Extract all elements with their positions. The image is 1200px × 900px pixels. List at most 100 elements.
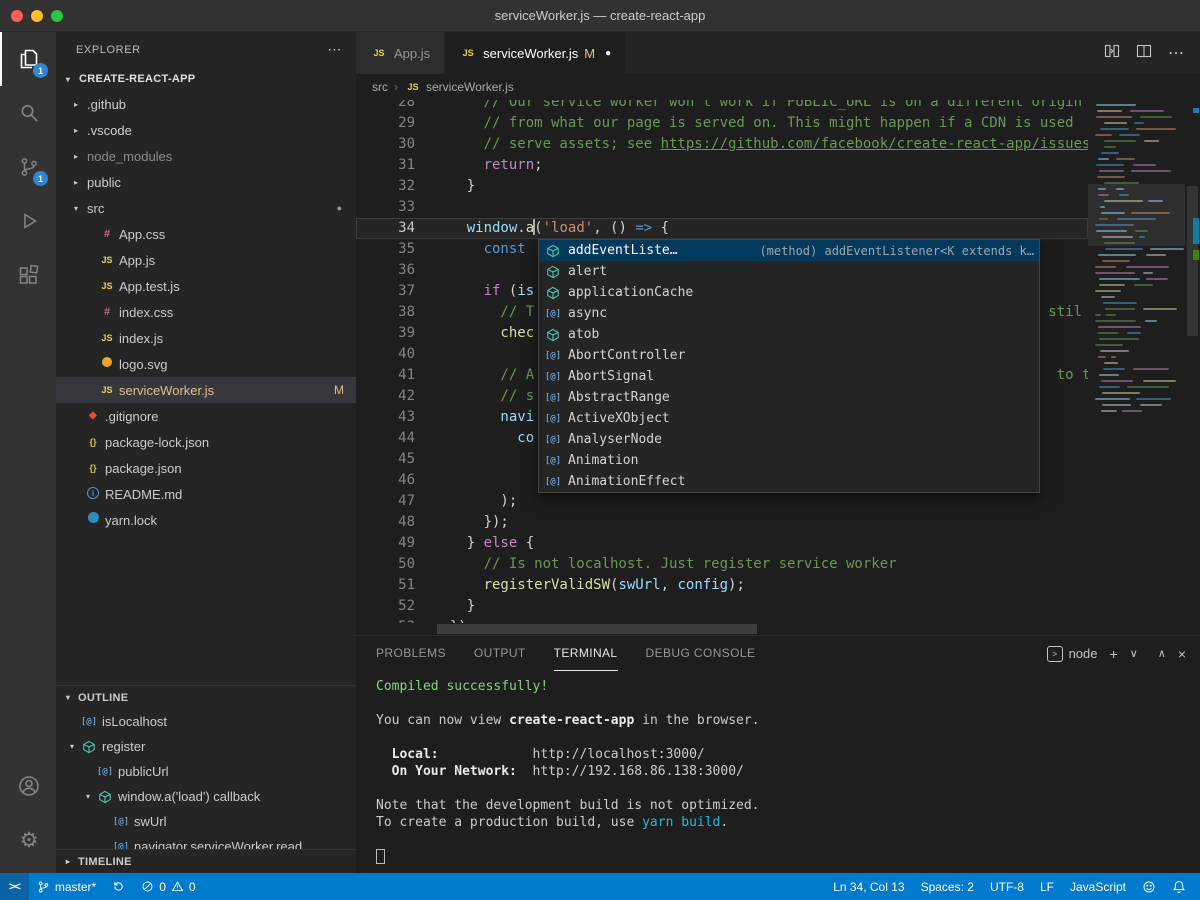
folder-row[interactable]: ▸ .github: [56, 91, 356, 117]
sync-changes-button[interactable]: [104, 873, 133, 900]
suggestion-item[interactable]: [@] AbortSignal: [539, 366, 1039, 387]
encoding-item[interactable]: UTF-8: [982, 873, 1032, 900]
language-mode-item[interactable]: JavaScript: [1062, 873, 1134, 900]
suggestion-item[interactable]: addEventListe… (method) addEventListener<…: [539, 240, 1039, 261]
outline-item[interactable]: [@] isLocalhost: [56, 709, 356, 734]
activity-item-account[interactable]: [0, 759, 56, 813]
suggestion-item[interactable]: [@] AbstractRange: [539, 387, 1039, 408]
suggestion-item[interactable]: alert: [539, 261, 1039, 282]
code-line[interactable]: 51 registerValidSW(swUrl, config);: [356, 575, 1088, 596]
editor-tab-App.js[interactable]: JS App.js: [356, 32, 446, 74]
chevron-down-icon[interactable]: ▾: [80, 792, 96, 801]
code-line[interactable]: 28 // Our service worker won't work if P…: [356, 100, 1088, 113]
new-terminal-icon[interactable]: +: [1110, 646, 1118, 662]
horizontal-scrollbar[interactable]: [433, 623, 1088, 635]
outline-header[interactable]: ▾ OUTLINE: [56, 685, 356, 709]
panel-tab-terminal[interactable]: TERMINAL: [553, 636, 618, 671]
file-row[interactable]: logo.svg: [56, 351, 356, 377]
chevron-down-icon[interactable]: ▾: [64, 742, 80, 751]
file-row[interactable]: {} package.json: [56, 455, 356, 481]
close-window-button[interactable]: [11, 10, 23, 22]
minimap[interactable]: [1088, 100, 1185, 623]
chevron-down-icon[interactable]: ▾: [68, 204, 84, 213]
editor-tab-serviceWorker.js[interactable]: JS serviceWorker.js M ●: [445, 32, 627, 74]
code-line[interactable]: 47 );: [356, 491, 1088, 512]
suggestion-item[interactable]: applicationCache: [539, 282, 1039, 303]
file-row[interactable]: JS App.js: [56, 247, 356, 273]
code-line[interactable]: 30 // serve assets; see https://github.c…: [356, 134, 1088, 155]
chevron-down-icon[interactable]: ▾: [60, 75, 76, 84]
suggestion-item[interactable]: [@] AbortController: [539, 345, 1039, 366]
suggestion-item[interactable]: atob: [539, 324, 1039, 345]
remote-indicator[interactable]: ><: [0, 873, 29, 900]
suggestion-item[interactable]: [@] Animation: [539, 450, 1039, 471]
code-editor[interactable]: 28 // Our service worker won't work if P…: [356, 100, 1200, 635]
chevron-right-icon[interactable]: ▸: [68, 152, 84, 161]
horizontal-scrollbar-thumb[interactable]: [437, 624, 757, 634]
outline-item[interactable]: ▾ register: [56, 734, 356, 759]
suggestion-item[interactable]: [@] AnimationEffect: [539, 471, 1039, 492]
code-line[interactable]: 34 window.a('load', () => {: [356, 218, 1088, 239]
panel-tab-problems[interactable]: PROBLEMS: [376, 636, 446, 671]
panel-tab-output[interactable]: OUTPUT: [474, 636, 526, 671]
code-line[interactable]: 29 // from what our page is served on. T…: [356, 113, 1088, 134]
file-row[interactable]: i README.md: [56, 481, 356, 507]
chevron-right-icon[interactable]: ▸: [68, 100, 84, 109]
explorer-more-actions-icon[interactable]: ⋯: [327, 41, 342, 58]
outline-item[interactable]: ▾ window.a('load') callback: [56, 784, 356, 809]
breadcrumb-item[interactable]: JS serviceWorker.js: [404, 80, 513, 94]
file-row[interactable]: # index.css: [56, 299, 356, 325]
timeline-header[interactable]: ▸ TIMELINE: [56, 849, 356, 873]
terminal-shell-selector[interactable]: > node: [1046, 645, 1098, 662]
code-line[interactable]: 33: [356, 197, 1088, 218]
zoom-window-button[interactable]: [51, 10, 63, 22]
notifications-bell-icon[interactable]: [1164, 873, 1194, 900]
terminal-dropdown-chevron-icon[interactable]: ∨: [1130, 647, 1138, 660]
vertical-scrollbar-thumb[interactable]: [1187, 186, 1198, 336]
outline-item[interactable]: [@] swUrl: [56, 809, 356, 834]
outline-item[interactable]: [@] navigator.serviceWorker.read: [56, 834, 356, 849]
code-line[interactable]: 48 });: [356, 512, 1088, 533]
suggestion-item[interactable]: [@] AnalyserNode: [539, 429, 1039, 450]
folder-row[interactable]: ▸ .vscode: [56, 117, 356, 143]
folder-row[interactable]: ▸ node_modules: [56, 143, 356, 169]
code-line[interactable]: 31 return;: [356, 155, 1088, 176]
problems-item[interactable]: 0 0: [133, 873, 203, 900]
eol-item[interactable]: LF: [1032, 873, 1062, 900]
open-changes-icon[interactable]: [1104, 43, 1120, 64]
file-row[interactable]: JS serviceWorker.js M: [56, 377, 356, 403]
code-line[interactable]: 49 } else {: [356, 533, 1088, 554]
indentation-item[interactable]: Spaces: 2: [913, 873, 982, 900]
maximize-panel-icon[interactable]: ∧: [1158, 647, 1166, 660]
folder-row[interactable]: ▸ public: [56, 169, 356, 195]
activity-item-run-debug[interactable]: [0, 194, 56, 248]
activity-item-search[interactable]: [0, 86, 56, 140]
file-row[interactable]: yarn.lock: [56, 507, 356, 533]
file-row[interactable]: # App.css: [56, 221, 356, 247]
code-line[interactable]: 32 }: [356, 176, 1088, 197]
activity-item-settings[interactable]: ⚙: [0, 813, 56, 867]
outline-item[interactable]: [@] publicUrl: [56, 759, 356, 784]
suggestion-item[interactable]: [@] async: [539, 303, 1039, 324]
activity-item-extensions[interactable]: [0, 248, 56, 302]
chevron-right-icon[interactable]: ▸: [68, 178, 84, 187]
chevron-right-icon[interactable]: ▸: [60, 857, 76, 866]
folder-row[interactable]: ▾ src ●: [56, 195, 356, 221]
minimize-window-button[interactable]: [31, 10, 43, 22]
project-root-row[interactable]: ▾ CREATE-REACT-APP: [56, 67, 356, 91]
chevron-down-icon[interactable]: ▾: [60, 693, 76, 702]
activity-item-explorer[interactable]: 1: [0, 32, 56, 86]
panel-tab-debug-console[interactable]: DEBUG CONSOLE: [646, 636, 756, 671]
cursor-position-item[interactable]: Ln 34, Col 13: [825, 873, 912, 900]
suggestion-item[interactable]: [@] ActiveXObject: [539, 408, 1039, 429]
chevron-right-icon[interactable]: ▸: [68, 126, 84, 135]
code-line[interactable]: 52 }: [356, 596, 1088, 617]
terminal-output[interactable]: Compiled successfully! You can now view c…: [356, 671, 1200, 873]
split-editor-icon[interactable]: [1136, 43, 1152, 64]
vertical-scrollbar[interactable]: [1185, 100, 1200, 623]
file-row[interactable]: JS App.test.js: [56, 273, 356, 299]
file-row[interactable]: {} package-lock.json: [56, 429, 356, 455]
feedback-smiley-icon[interactable]: [1134, 873, 1164, 900]
activity-item-source-control[interactable]: 1: [0, 140, 56, 194]
file-row[interactable]: JS index.js: [56, 325, 356, 351]
